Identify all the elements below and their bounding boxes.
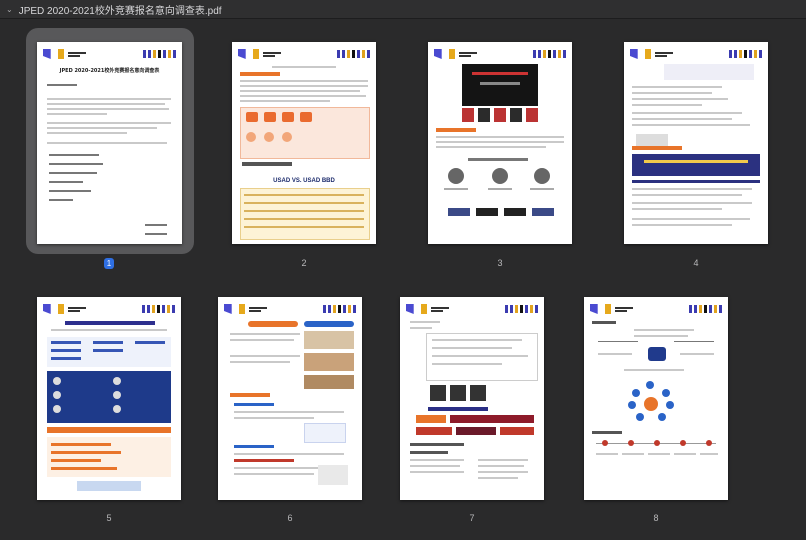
page-1-heading: JPED 2020-2021校外竞赛报名意向调查表	[59, 68, 160, 74]
page-thumbnail-8[interactable]	[584, 297, 728, 500]
jped-logo-icon	[224, 304, 232, 314]
document-title-bar: ⌄ JPED 2020-2021校外竞赛报名意向调查表.pdf	[0, 0, 806, 19]
document-title: JPED 2020-2021校外竞赛报名意向调查表.pdf	[18, 5, 222, 17]
page-number-7: 7	[469, 513, 475, 523]
page-number-5: 5	[106, 513, 112, 523]
jped-logo-icon	[43, 304, 51, 314]
page-thumbnail-5[interactable]	[37, 297, 181, 500]
page-thumbnail-4[interactable]	[624, 42, 768, 244]
page-number-6: 6	[287, 513, 293, 523]
page-number-4: 4	[693, 258, 699, 268]
page-thumbnail-3[interactable]	[428, 42, 572, 244]
chevron-down-icon[interactable]: ⌄	[6, 5, 13, 14]
page-number-8: 8	[653, 513, 659, 523]
page-number-3: 3	[497, 258, 503, 268]
page-thumbnail-1[interactable]: JPED 2020-2021校外竞赛报名意向调查表	[37, 42, 182, 244]
page-number-1: 1	[104, 258, 114, 269]
page-thumbnail-6[interactable]	[218, 297, 362, 500]
page-thumbnail-7[interactable]	[400, 297, 544, 500]
page-header	[43, 48, 176, 60]
jped-logo-icon	[434, 49, 442, 59]
jped-logo-icon	[590, 304, 598, 314]
page-number-2: 2	[301, 258, 307, 268]
jped-logo-icon	[238, 49, 246, 59]
usad-comparison-title: USAD VS. USAD BBD	[273, 178, 335, 184]
jped-logo-icon	[406, 304, 414, 314]
page-thumbnail-2[interactable]: USAD VS. USAD BBD	[232, 42, 376, 244]
jped-logo-icon	[630, 49, 638, 59]
jped-logo-icon	[43, 49, 51, 59]
